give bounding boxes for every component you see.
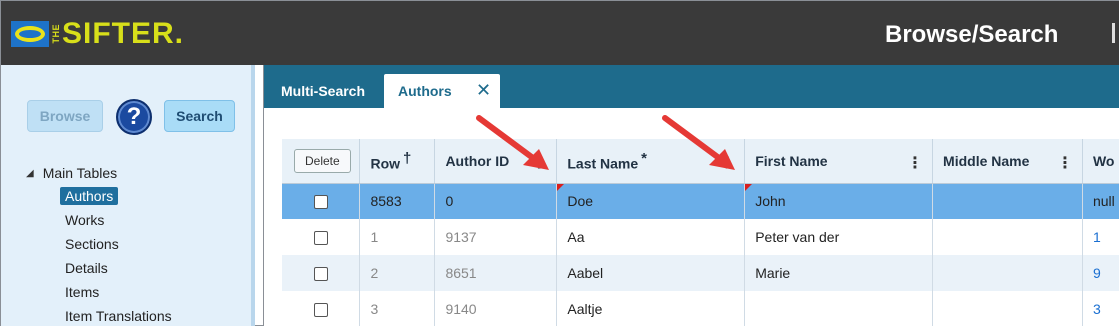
row-checkbox-cell [282, 219, 361, 255]
edited-cell-marker [745, 183, 753, 191]
cell-row: 1 [359, 219, 436, 255]
tree-item-works[interactable]: Works [65, 208, 172, 232]
cell-author-id[interactable]: 9140 [434, 291, 558, 326]
tab-authors-label: Authors [398, 83, 452, 99]
header-first-name[interactable]: First Name ⋮ [744, 139, 934, 184]
header-author-id[interactable]: Author ID ⋮ [434, 139, 558, 184]
cell-author-id[interactable]: 0 [434, 183, 558, 219]
tree-item-items[interactable]: Items [65, 280, 172, 304]
cell-middle-name[interactable] [932, 255, 1083, 291]
help-icon[interactable]: ? [116, 99, 152, 135]
cell-last-name[interactable]: Doe [556, 183, 746, 219]
table-row[interactable]: 8583 0 Doe John null [282, 183, 1119, 219]
logo-text: SIFTER. [62, 17, 185, 50]
row-checkbox-cell [282, 183, 361, 219]
cell-last-name[interactable]: Aa [556, 219, 746, 255]
cell-first-name[interactable] [744, 291, 934, 326]
cell-works-link[interactable]: 3 [1082, 291, 1119, 326]
header-last-name[interactable]: Last Name * ⋮ [556, 139, 746, 184]
authors-grid: Delete Row † Author ID ⋮ Last Name * ⋮ First… [282, 139, 1119, 326]
header-delete: Delete [282, 139, 361, 184]
cell-works-link[interactable]: 1 [1082, 219, 1119, 255]
page-title: Browse/Search [885, 21, 1059, 48]
header-menu-fragment[interactable] [1112, 23, 1115, 43]
row-checkbox-cell [282, 255, 361, 291]
tree-item-details[interactable]: Details [65, 256, 172, 280]
table-row[interactable]: 2 8651 Aabel Marie 9 [282, 255, 1119, 291]
table-tree: ◢ Main Tables Authors Works Sections Det… [26, 162, 172, 326]
column-menu-icon[interactable]: ⋮ [907, 153, 923, 173]
tree-item-item-translations[interactable]: Item Translations [65, 304, 172, 326]
cell-last-name[interactable]: Aabel [556, 255, 746, 291]
tab-bar: Multi-Search Authors ✕ [264, 65, 1119, 108]
header-row[interactable]: Row † [359, 139, 436, 184]
column-menu-icon[interactable]: ⋮ [531, 153, 547, 173]
row-checkbox[interactable] [313, 195, 328, 210]
sidebar: Browse ? Search ◢ Main Tables Authors Wo… [1, 65, 255, 326]
logo-the: THE [51, 24, 61, 44]
tree-root-main-tables[interactable]: ◢ Main Tables [26, 162, 172, 184]
row-checkbox-cell [282, 291, 361, 326]
cell-row: 3 [359, 291, 436, 326]
main-panel: Multi-Search Authors ✕ Delete Row † Autho… [263, 65, 1119, 326]
table-row[interactable]: 3 9140 Aaltje 3 [282, 291, 1119, 326]
header-middle-name[interactable]: Middle Name ⋮ [932, 139, 1083, 184]
tab-authors[interactable]: Authors ✕ [384, 74, 500, 108]
column-menu-icon[interactable]: ⋮ [719, 153, 735, 173]
cell-row: 8583 [359, 183, 436, 219]
tree-root-label: Main Tables [42, 165, 118, 181]
cell-middle-name[interactable] [932, 219, 1083, 255]
required-asterisk: * [641, 149, 648, 167]
row-checkbox[interactable] [313, 303, 328, 318]
close-icon[interactable]: ✕ [476, 80, 491, 101]
cell-author-id[interactable]: 9137 [434, 219, 558, 255]
delete-button[interactable]: Delete [294, 148, 351, 173]
cell-middle-name[interactable] [932, 183, 1083, 219]
search-button[interactable]: Search [164, 100, 235, 132]
cell-first-name[interactable]: Marie [744, 255, 934, 291]
header-works[interactable]: Wo [1082, 139, 1119, 184]
cell-middle-name[interactable] [932, 291, 1083, 326]
sifter-logo[interactable]: THE SIFTER. [11, 19, 184, 49]
cell-works-link[interactable]: null [1082, 183, 1119, 219]
row-checkbox[interactable] [313, 267, 328, 282]
column-menu-icon[interactable]: ⋮ [1057, 153, 1073, 173]
cell-first-name[interactable]: John [744, 183, 934, 219]
cell-author-id[interactable]: 8651 [434, 255, 558, 291]
cell-last-name[interactable]: Aaltje [556, 291, 746, 326]
cell-works-link[interactable]: 9 [1082, 255, 1119, 291]
logo-icon [11, 21, 49, 47]
browse-button[interactable]: Browse [27, 100, 103, 132]
app-header: THE SIFTER. Browse/Search [1, 1, 1119, 65]
tree-item-sections[interactable]: Sections [65, 232, 172, 256]
edited-cell-marker [557, 183, 565, 191]
cell-row: 2 [359, 255, 436, 291]
cell-first-name[interactable]: Peter van der [744, 219, 934, 255]
tab-multi-search[interactable]: Multi-Search [281, 74, 365, 108]
table-row[interactable]: 1 9137 Aa Peter van der 1 [282, 219, 1119, 255]
row-checkbox[interactable] [313, 231, 328, 246]
collapse-triangle-icon[interactable]: ◢ [26, 168, 34, 179]
row-dagger-mark: † [403, 149, 412, 167]
tree-item-authors[interactable]: Authors [60, 184, 172, 208]
